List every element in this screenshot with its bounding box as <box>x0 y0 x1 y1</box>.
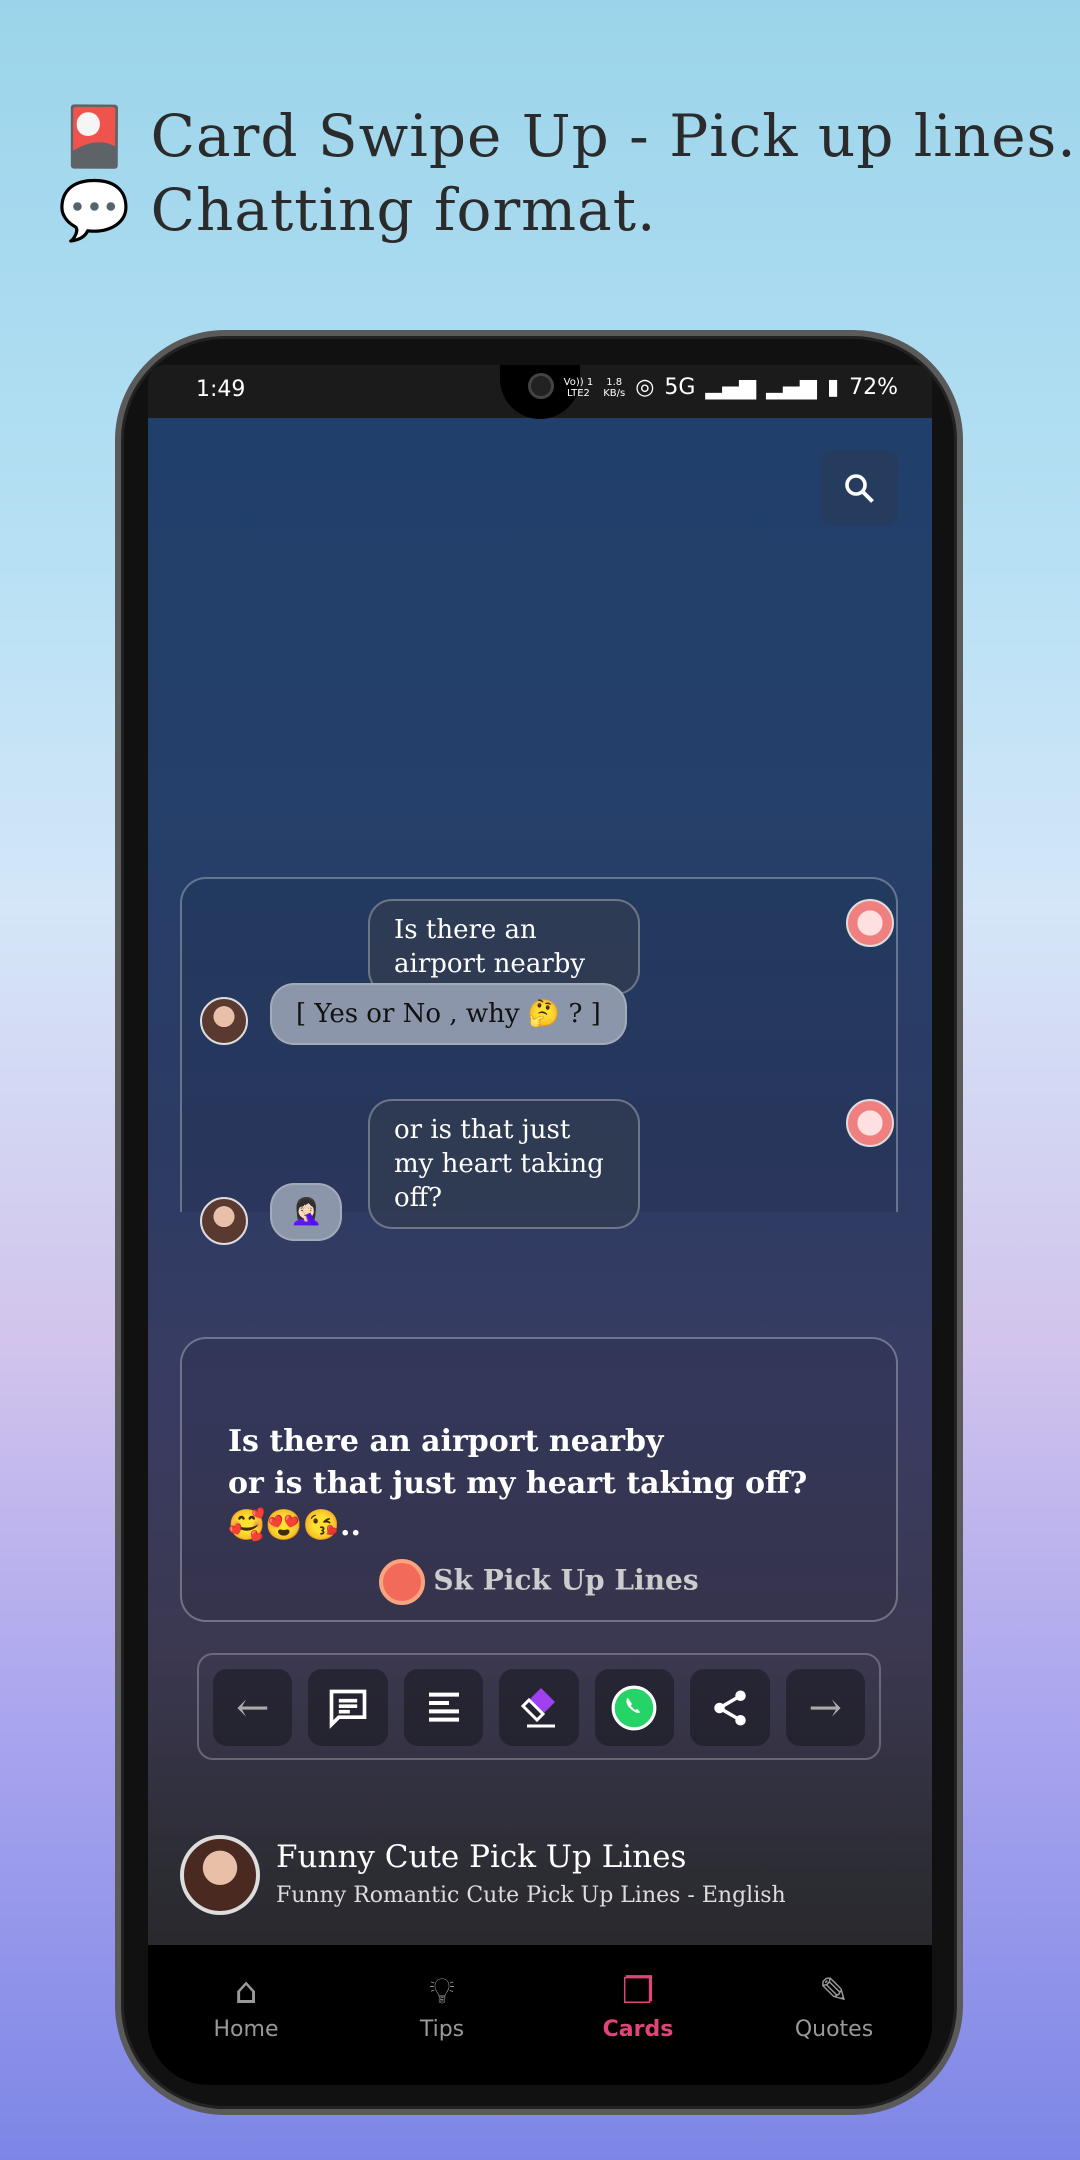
chat-card: Is there an airport nearby [ Yes or No ,… <box>180 877 898 1245</box>
chat-bubble-received: [ Yes or No , why 🤔 ? ] <box>270 983 627 1045</box>
arrow-left-icon: ← <box>235 1684 270 1731</box>
phone-screen: 1:49 Vo)) 1 LTE2 1.8 KB/s ◎ 5G ▂▄▆ ▂▄▆ ▮ 7… <box>148 365 932 2085</box>
share-icon <box>714 1690 746 1725</box>
app-avatar <box>180 1835 260 1915</box>
nav-label: Tips <box>419 2017 465 2042</box>
card-toolbar: ← → <box>197 1653 881 1760</box>
quote-card[interactable]: Is there an airport nearby or is that ju… <box>180 1337 898 1622</box>
battery-icon: ▮ <box>826 375 840 400</box>
text-align-button[interactable] <box>403 1669 484 1746</box>
nav-tips[interactable]: 💡︎ Tips <box>344 1945 540 2085</box>
chat-icon <box>329 1689 367 1729</box>
whatsapp-share-button[interactable] <box>594 1669 675 1746</box>
volte-text: Vo)) 1 <box>563 376 594 388</box>
speed-text: 1.8 <box>606 376 623 388</box>
nav-label: Home <box>213 2017 279 2042</box>
home-icon: ⌂ <box>234 1971 258 2012</box>
previous-button[interactable]: ← <box>213 1669 293 1746</box>
speed: 1.8 KB/s <box>603 377 625 399</box>
headline-line-1: 🎴 Card Swipe Up - Pick up lines. <box>58 102 1077 171</box>
brand-watermark: Sk Pick Up Lines <box>182 1559 896 1605</box>
quote-emojis: 🥰😍😘.. <box>228 1508 361 1543</box>
speed-unit: KB/s <box>603 387 626 399</box>
lte-text: LTE2 <box>566 387 590 399</box>
hotspot-icon: ◎ <box>635 375 655 400</box>
brand-logo-icon <box>379 1559 426 1605</box>
chat-bubble-sent: or is that just my heart taking off? <box>368 1099 640 1229</box>
quote-text: Is there an airport nearby or is that ju… <box>228 1421 807 1547</box>
align-left-icon <box>428 1692 459 1722</box>
search-button[interactable] <box>820 450 898 526</box>
nav-label: Quotes <box>794 2017 874 2042</box>
clear-style-button[interactable] <box>499 1669 579 1746</box>
battery-level: 72% <box>849 375 898 400</box>
eraser-icon <box>520 1687 555 1727</box>
signal-icon: ▂▄▆ <box>705 375 757 400</box>
chat-format-button[interactable] <box>308 1669 388 1746</box>
volte: Vo)) 1 LTE2 <box>564 377 594 399</box>
status-bar: 1:49 Vo)) 1 LTE2 1.8 KB/s ◎ 5G ▂▄▆ ▂▄▆ ▮ 7… <box>148 365 932 419</box>
avatar-sender <box>846 899 894 947</box>
headline-text: Chatting format. <box>150 176 657 244</box>
brand-name: Sk Pick Up Lines <box>433 1563 699 1597</box>
headline-text: Card Swipe Up - Pick up lines. <box>150 102 1077 170</box>
headline-line-2: 💬 Chatting format. <box>58 176 656 245</box>
chat-bubble-received: 🤦🏻‍♀️ <box>270 1183 343 1241</box>
lightbulb-icon: 💡︎ <box>429 1971 455 2012</box>
avatar-sender <box>846 1099 894 1147</box>
signal-icon: ▂▄▆ <box>766 375 817 400</box>
next-button[interactable]: → <box>785 1669 865 1746</box>
network-type: 5G <box>664 375 696 400</box>
card-icon: 🎴 <box>58 102 132 170</box>
app-subtitle: Funny Romantic Cute Pick Up Lines - Engl… <box>276 1883 786 1908</box>
app-title: Funny Cute Pick Up Lines <box>276 1839 687 1875</box>
avatar-receiver <box>200 997 248 1045</box>
arrow-right-icon: → <box>808 1684 842 1731</box>
quote-line: Is there an airport nearby <box>228 1424 664 1459</box>
search-icon <box>845 474 874 503</box>
speech-bubble-icon: 💬 <box>58 176 132 244</box>
nav-cards[interactable]: ❐ Cards <box>540 1945 736 2085</box>
quote-line: or is that just my heart taking off? <box>228 1466 808 1501</box>
nav-home[interactable]: ⌂ Home <box>148 1945 344 2085</box>
status-time: 1:49 <box>196 377 246 402</box>
camera <box>528 373 554 399</box>
whatsapp-icon <box>611 1685 657 1730</box>
avatar-receiver <box>200 1197 248 1245</box>
bottom-nav: ⌂ Home 💡︎ Tips ❐ Cards ✎ Quotes <box>148 1945 932 2085</box>
pencil-icon: ✎ <box>818 1971 850 2012</box>
chat-bubble-sent: Is there an airport nearby <box>368 899 640 995</box>
share-button[interactable] <box>690 1669 770 1746</box>
nav-quotes[interactable]: ✎ Quotes <box>736 1945 932 2085</box>
nav-label: Cards <box>602 2017 674 2042</box>
cards-icon: ❐ <box>621 1971 655 2012</box>
